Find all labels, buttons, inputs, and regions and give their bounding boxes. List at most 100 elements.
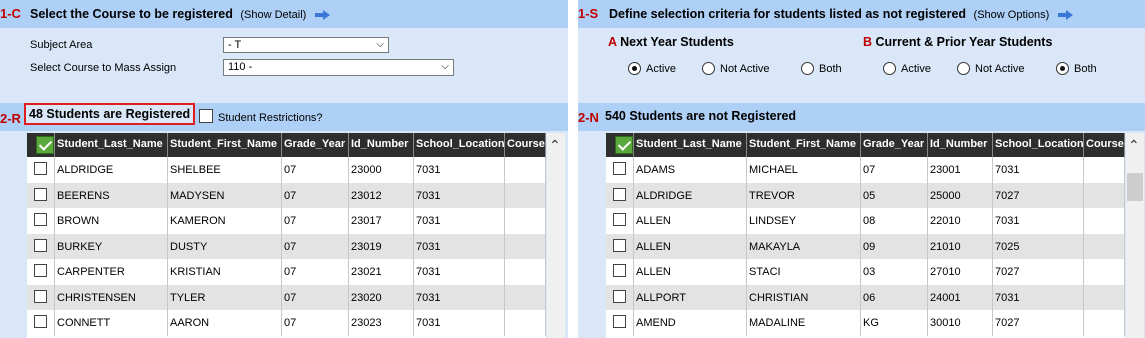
next-year-both-radio[interactable]: Both (801, 62, 842, 75)
table-row[interactable]: CONNETT AARON 07 23023 7031 (27, 310, 546, 336)
row-checkbox[interactable] (34, 187, 47, 201)
row-checkbox[interactable] (34, 264, 47, 277)
table-cell: MADALINE (747, 310, 861, 336)
row-checkbox[interactable] (34, 315, 47, 328)
subject-area-label: Subject Area (30, 39, 93, 51)
row-checkbox[interactable] (34, 289, 47, 303)
table-cell: MAKAYLA (747, 233, 861, 259)
current-prior-both-radio[interactable]: Both (1056, 62, 1097, 75)
row-checkbox-cell[interactable] (27, 182, 55, 208)
table-cell: 24001 (928, 284, 993, 310)
column-header[interactable]: School_Location (414, 133, 505, 157)
select-all-check-icon[interactable] (36, 136, 54, 154)
row-checkbox-cell[interactable] (27, 208, 55, 234)
restrictions-checkbox[interactable] (199, 109, 213, 123)
table-cell: 7031 (414, 157, 505, 183)
current-prior-not-active-radio[interactable]: Not Active (957, 62, 1025, 75)
show-detail-link[interactable]: (Show Detail) (240, 9, 306, 21)
column-header[interactable]: Grade_Year (282, 133, 349, 157)
criteria-panel: 1-S Define selection criteria for studen… (578, 0, 1145, 338)
row-checkbox[interactable] (613, 289, 626, 303)
scroll-up-icon[interactable]: ⌃ (1128, 137, 1140, 154)
select-all-check-icon[interactable] (615, 136, 633, 154)
row-checkbox[interactable] (34, 162, 47, 175)
column-header[interactable]: Student_First_Name (168, 133, 282, 157)
table-row[interactable]: BURKEY DUSTY 07 23019 7031 (27, 233, 546, 259)
arrow-right-icon[interactable] (314, 9, 331, 21)
row-checkbox[interactable] (613, 162, 626, 175)
table-row[interactable]: BEERENS MADYSEN 07 23012 7031 (27, 182, 546, 208)
scroll-up-icon[interactable]: ⌃ (549, 137, 561, 154)
table-row[interactable]: ALLEN STACI 03 27010 7027 (606, 259, 1125, 285)
row-checkbox-cell[interactable] (606, 157, 634, 183)
row-checkbox-cell[interactable] (606, 284, 634, 310)
table-row[interactable]: ALLPORT CHRISTIAN 06 24001 7031 (606, 284, 1125, 310)
row-checkbox-cell[interactable] (606, 208, 634, 234)
row-checkbox-cell[interactable] (27, 157, 55, 183)
column-header[interactable]: Student_Last_Name (55, 133, 168, 157)
column-header[interactable]: School_Location (993, 133, 1084, 157)
row-checkbox[interactable] (34, 213, 47, 226)
row-checkbox-cell[interactable] (27, 233, 55, 259)
select-all-cell[interactable] (27, 133, 55, 157)
table-cell: KAMERON (168, 208, 282, 234)
row-checkbox[interactable] (613, 213, 626, 226)
column-header[interactable]: Grade_Year (861, 133, 928, 157)
row-checkbox[interactable] (613, 264, 626, 277)
column-header[interactable]: Course (505, 133, 546, 157)
arrow-right-icon[interactable] (1057, 9, 1074, 21)
show-options-link[interactable]: (Show Options) (974, 9, 1050, 21)
not-registered-scrollbar[interactable]: ⌃ (1126, 133, 1144, 338)
table-cell: KRISTIAN (168, 259, 282, 285)
row-checkbox-cell[interactable] (27, 284, 55, 310)
table-row[interactable]: CARPENTER KRISTIAN 07 23021 7031 (27, 259, 546, 285)
student-restrictions[interactable]: Student Restrictions? (199, 108, 323, 124)
column-header[interactable]: Student_Last_Name (634, 133, 747, 157)
table-cell: CONNETT (55, 310, 168, 336)
table-row[interactable]: ALDRIDGE TREVOR 05 25000 7027 (606, 182, 1125, 208)
table-cell (505, 259, 546, 285)
row-checkbox-cell[interactable] (27, 310, 55, 336)
next-year-active-radio[interactable]: Active (628, 62, 676, 75)
table-row[interactable]: ALDRIDGE SHELBEE 07 23000 7031 (27, 157, 546, 183)
radio-label: Not Active (975, 62, 1025, 75)
table-cell: ALDRIDGE (634, 182, 747, 208)
chevron-down-icon: ⌵ (376, 39, 384, 50)
scroll-thumb[interactable] (1127, 173, 1143, 201)
row-checkbox-cell[interactable] (606, 182, 634, 208)
registered-scrollbar[interactable]: ⌃ (547, 133, 565, 338)
select-all-cell[interactable] (606, 133, 634, 157)
column-header[interactable]: Id_Number (349, 133, 414, 157)
row-checkbox-cell[interactable] (606, 233, 634, 259)
radio-label: Both (1074, 62, 1097, 75)
table-cell: 7025 (993, 233, 1084, 259)
column-header[interactable]: Student_First_Name (747, 133, 861, 157)
row-checkbox-cell[interactable] (27, 259, 55, 285)
table-cell: SHELBEE (168, 157, 282, 183)
table-cell: ALLEN (634, 208, 747, 234)
table-row[interactable]: CHRISTENSEN TYLER 07 23020 7031 (27, 284, 546, 310)
next-year-not-active-radio[interactable]: Not Active (702, 62, 770, 75)
table-row[interactable]: ALLEN LINDSEY 08 22010 7031 (606, 208, 1125, 234)
column-header[interactable]: Course (1084, 133, 1125, 157)
table-cell: 7027 (993, 310, 1084, 336)
table-cell: 7031 (993, 157, 1084, 183)
row-checkbox[interactable] (34, 238, 47, 252)
row-checkbox[interactable] (613, 187, 626, 201)
radio-icon (957, 62, 970, 75)
course-select[interactable]: 110 - ⌵ (223, 59, 454, 76)
table-cell: 23019 (349, 233, 414, 259)
table-row[interactable]: AMEND MADALINE KG 30010 7027 (606, 310, 1125, 336)
column-header[interactable]: Id_Number (928, 133, 993, 157)
table-row[interactable]: ALLEN MAKAYLA 09 21010 7025 (606, 233, 1125, 259)
subject-area-select[interactable]: - T ⌵ (223, 37, 389, 53)
row-checkbox[interactable] (613, 238, 626, 252)
current-prior-active-radio[interactable]: Active (883, 62, 931, 75)
row-checkbox[interactable] (613, 315, 626, 328)
table-row[interactable]: ADAMS MICHAEL 07 23001 7031 (606, 157, 1125, 183)
table-row[interactable]: BROWN KAMERON 07 23017 7031 (27, 208, 546, 234)
row-checkbox-cell[interactable] (606, 310, 634, 336)
row-checkbox-cell[interactable] (606, 259, 634, 285)
table-cell: ALLPORT (634, 284, 747, 310)
table-cell: 30010 (928, 310, 993, 336)
